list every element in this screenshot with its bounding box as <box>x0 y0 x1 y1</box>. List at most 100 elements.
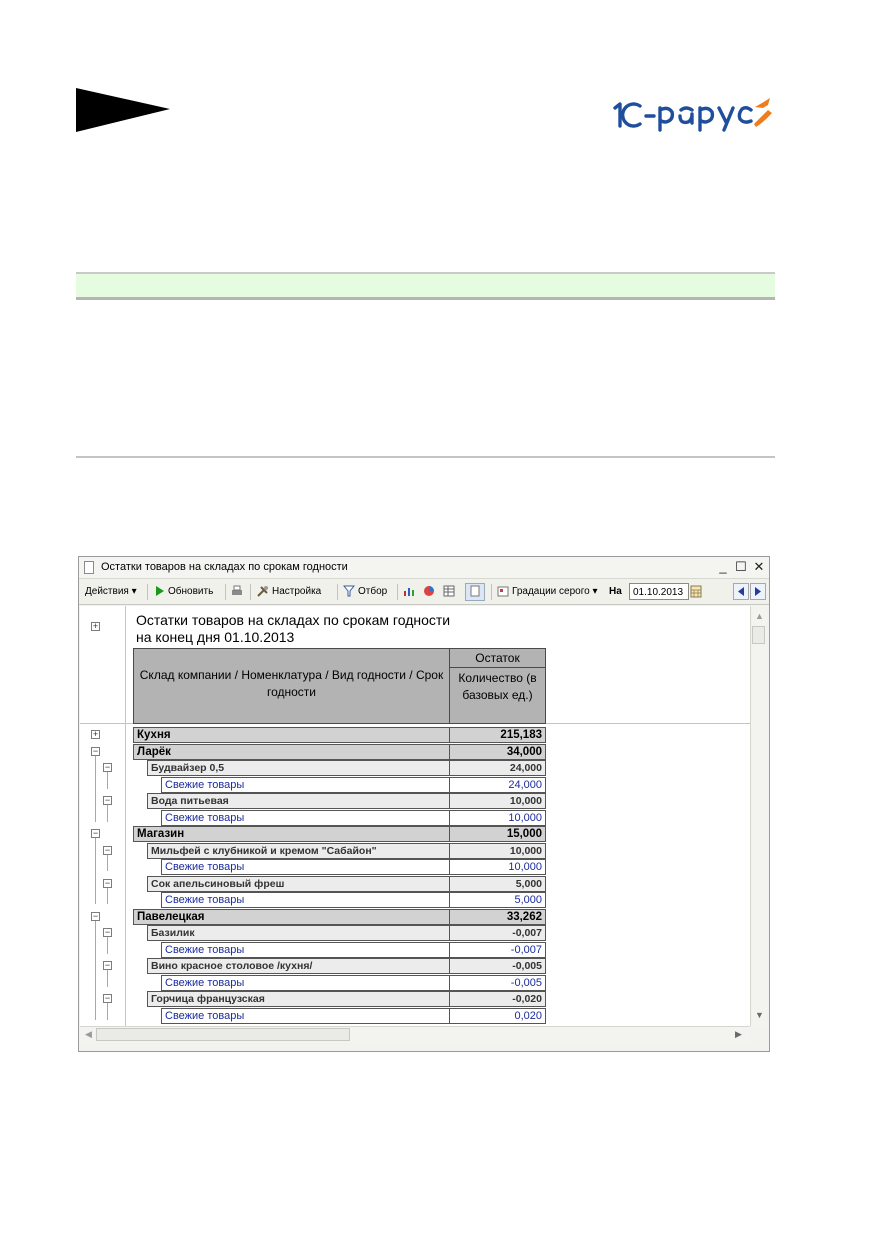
row-quantity-cell[interactable]: -0,005 <box>449 974 546 991</box>
row-quantity-cell[interactable]: 24,000 <box>449 760 546 776</box>
row-quantity-cell[interactable]: -0,007 <box>449 925 546 941</box>
row-name-cell[interactable]: Кухня <box>133 727 450 743</box>
table-row[interactable]: Базилик -0,007 <box>80 925 550 941</box>
scroll-down-icon[interactable]: ▼ <box>755 1010 764 1020</box>
row-quantity-cell[interactable]: 215,183 <box>449 727 546 743</box>
row-quantity-cell[interactable]: 0,020 <box>449 1007 546 1024</box>
vertical-scrollbar[interactable]: ▲ ▼ <box>750 606 767 1026</box>
table-row[interactable]: Магазин 15,000 <box>80 826 550 842</box>
row-name-cell[interactable]: Свежие товары <box>161 974 450 991</box>
collapse-icon[interactable]: − <box>91 746 100 756</box>
collapse-icon[interactable]: − <box>91 829 100 838</box>
filter-button[interactable]: Отбор <box>343 584 387 600</box>
table-row[interactable]: Свежие товары 10,000 <box>80 809 550 826</box>
row-name-cell[interactable]: Свежие товары <box>161 941 450 958</box>
window-title: Остатки товаров на складах по срокам год… <box>101 561 348 573</box>
calendar-icon <box>690 585 702 598</box>
collapse-icon[interactable]: − <box>103 961 112 970</box>
horizontal-scroll-thumb[interactable] <box>96 1028 350 1041</box>
row-name-cell[interactable]: Свежие товары <box>161 859 450 875</box>
scroll-up-icon[interactable]: ▲ <box>755 611 764 621</box>
grayscale-dropdown[interactable]: Градации серого ▾ <box>497 584 598 600</box>
collapse-icon[interactable]: − <box>103 845 112 855</box>
row-quantity-cell[interactable]: 10,000 <box>449 793 546 809</box>
row-quantity-cell[interactable]: -0,007 <box>449 941 546 958</box>
close-button[interactable]: ✕ <box>751 559 767 575</box>
table-row[interactable]: Свежие товары -0,007 <box>80 941 550 958</box>
row-name-cell[interactable]: Магазин <box>133 826 450 842</box>
row-name-cell[interactable]: Павелецкая <box>133 908 450 925</box>
row-name-cell[interactable]: Свежие товары <box>161 1007 450 1024</box>
collapse-icon[interactable]: − <box>103 796 112 805</box>
row-name-cell[interactable]: Свежие товары <box>161 892 450 908</box>
maximize-button[interactable]: ☐ <box>733 559 749 575</box>
on-date-label: На <box>609 586 622 597</box>
table-row[interactable]: Кухня 215,183 <box>80 727 550 743</box>
row-quantity-cell[interactable]: 33,262 <box>449 908 546 925</box>
next-period-button[interactable] <box>750 583 766 600</box>
table-row[interactable]: Вода питьевая 10,000 <box>80 793 550 809</box>
arrow-left-icon <box>738 587 744 596</box>
refresh-button[interactable]: Обновить <box>153 584 213 600</box>
table-row[interactable]: Свежие товары 10,000 <box>80 859 550 875</box>
table-row[interactable]: Свежие товары 24,000 <box>80 776 550 793</box>
prev-period-button[interactable] <box>733 583 749 600</box>
table-row[interactable]: Свежие товары 0,020 <box>80 1007 550 1024</box>
table-icon <box>443 585 455 597</box>
table-row[interactable]: Горчица французская -0,020 <box>80 991 550 1007</box>
filter-icon <box>343 585 355 597</box>
report-date-input[interactable]: 01.10.2013 <box>629 583 689 600</box>
row-name-cell[interactable]: Базилик <box>147 925 450 941</box>
row-quantity-cell[interactable]: 10,000 <box>449 859 546 875</box>
scroll-left-icon[interactable]: ◀ <box>85 1029 92 1040</box>
collapse-icon[interactable]: − <box>103 763 112 772</box>
table-row[interactable]: Павелецкая 33,262 <box>80 908 550 925</box>
row-quantity-cell[interactable]: 5,000 <box>449 892 546 908</box>
scroll-right-icon[interactable]: ▶ <box>735 1029 742 1040</box>
row-name-cell[interactable]: Вино красное столовое /кухня/ <box>147 958 450 974</box>
row-quantity-cell[interactable]: 10,000 <box>449 809 546 826</box>
row-name-cell[interactable]: Мильфей с клубникой и кремом "Сабайон" <box>147 842 450 859</box>
layout-toggle-button[interactable] <box>465 583 485 601</box>
table-row[interactable]: Свежие товары 5,000 <box>80 892 550 908</box>
expand-icon[interactable]: + <box>91 730 100 739</box>
row-name-cell[interactable]: Вода питьевая <box>147 793 450 809</box>
row-name-cell[interactable]: Свежие товары <box>161 776 450 793</box>
table-row[interactable]: Свежие товары -0,005 <box>80 974 550 991</box>
vertical-scroll-thumb[interactable] <box>752 626 765 644</box>
filter-label: Отбор <box>358 586 388 597</box>
table-row[interactable]: Вино красное столовое /кухня/-0,005 <box>80 958 550 974</box>
collapse-icon[interactable]: − <box>103 928 112 937</box>
row-quantity-cell[interactable]: 15,000 <box>449 826 546 842</box>
collapse-icon[interactable]: − <box>103 994 112 1003</box>
settings-button[interactable]: Настройка <box>257 584 321 600</box>
print-button[interactable] <box>231 584 246 600</box>
row-quantity-cell[interactable]: 34,000 <box>449 743 546 760</box>
minimize-button[interactable]: _ <box>715 559 731 575</box>
collapse-icon[interactable]: − <box>103 878 112 888</box>
row-name-cell[interactable]: Ларёк <box>133 743 450 760</box>
report-spreadsheet[interactable]: + Остатки товаров на складах по срокам г… <box>80 606 750 1026</box>
row-quantity-cell[interactable]: 10,000 <box>449 842 546 859</box>
settings-label: Настройка <box>272 586 322 597</box>
chart-button[interactable] <box>403 584 418 600</box>
collapse-icon[interactable]: − <box>91 911 100 921</box>
table-row[interactable]: Мильфей с клубникой и кремом "Сабайон" 10… <box>80 842 550 859</box>
row-quantity-cell[interactable]: -0,005 <box>449 958 546 974</box>
table-row[interactable]: Будвайзер 0,5 24,000 <box>80 760 550 776</box>
row-name-cell[interactable]: Сок апельсиновый фреш <box>147 875 450 892</box>
row-name-cell[interactable]: Горчица французская <box>147 991 450 1007</box>
row-quantity-cell[interactable]: 5,000 <box>449 875 546 892</box>
row-name-cell[interactable]: Будвайзер 0,5 <box>147 760 450 776</box>
row-quantity-cell[interactable]: -0,020 <box>449 991 546 1007</box>
row-quantity-cell[interactable]: 24,000 <box>449 776 546 793</box>
row-name-cell[interactable]: Свежие товары <box>161 809 450 826</box>
actions-menu[interactable]: Действия ▾ <box>85 584 137 600</box>
pie-chart-button[interactable] <box>423 584 438 600</box>
table-row[interactable]: Сок апельсиновый фреш 5,000 <box>80 875 550 892</box>
horizontal-scrollbar[interactable]: ◀ ▶ <box>80 1026 750 1043</box>
calendar-button[interactable] <box>690 584 702 600</box>
expand-all-icon[interactable]: + <box>91 622 100 631</box>
table-button[interactable] <box>443 584 458 600</box>
table-row[interactable]: Ларёк 34,000 <box>80 743 550 760</box>
